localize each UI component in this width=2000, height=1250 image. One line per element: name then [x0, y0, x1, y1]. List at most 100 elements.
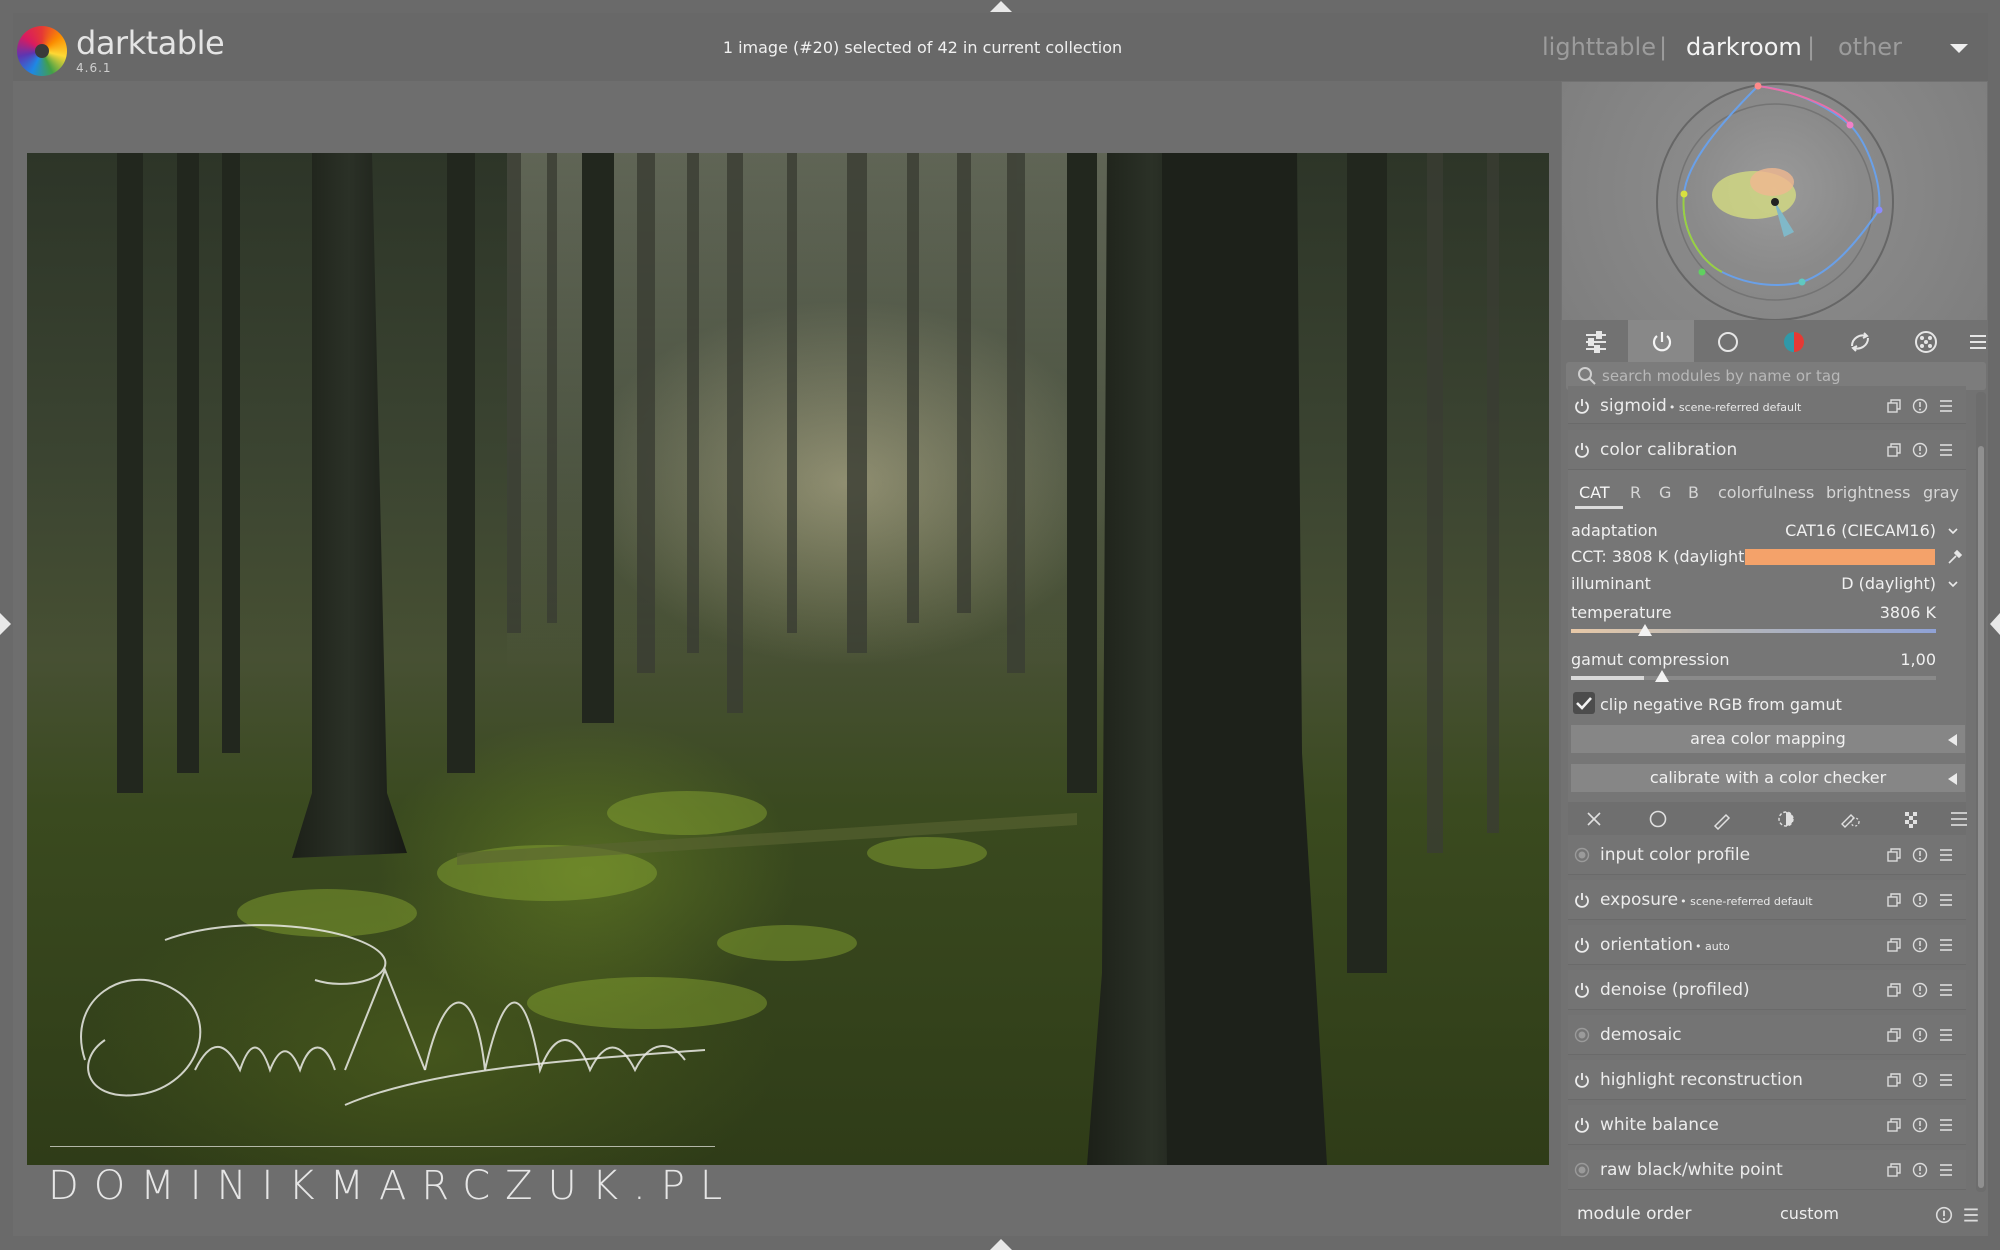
multi-instance-icon[interactable] — [1886, 1162, 1902, 1178]
search-icon — [1578, 367, 1596, 385]
temperature-slider-thumb[interactable] — [1638, 624, 1652, 636]
vectorscope[interactable] — [1562, 82, 1987, 321]
color-picker-icon[interactable] — [1946, 548, 1964, 566]
temperature-slider[interactable] — [1571, 629, 1936, 633]
power-icon[interactable] — [1574, 937, 1590, 953]
gamut-slider-thumb[interactable] — [1655, 670, 1669, 682]
cc-tab-g[interactable]: G — [1659, 483, 1671, 502]
multi-instance-icon[interactable] — [1886, 398, 1902, 414]
reset-icon[interactable] — [1912, 398, 1928, 414]
collapse-top-panel-arrow[interactable] — [990, 1, 1012, 12]
base-modules-icon[interactable] — [1716, 330, 1740, 354]
presets-icon[interactable] — [1938, 1027, 1954, 1043]
darktable-logo-icon — [17, 26, 67, 76]
collapse-left-panel-arrow[interactable] — [0, 613, 11, 635]
power-icon[interactable] — [1574, 982, 1590, 998]
mask-menu-icon[interactable] — [1948, 808, 1970, 830]
multi-instance-icon[interactable] — [1886, 892, 1902, 908]
presets-icon[interactable] — [1938, 847, 1954, 863]
always-on-icon — [1574, 1162, 1590, 1178]
presets-icon[interactable] — [1962, 1206, 1980, 1224]
module-row[interactable]: demosaic — [1568, 1015, 1966, 1055]
calibrate-color-checker-button[interactable]: calibrate with a color checker — [1571, 764, 1965, 792]
module-row[interactable]: denoise (profiled) — [1568, 970, 1966, 1010]
collapse-bottom-panel-arrow[interactable] — [990, 1239, 1012, 1250]
presets-icon[interactable] — [1938, 892, 1954, 908]
reset-icon[interactable] — [1912, 1162, 1928, 1178]
adaptation-label: adaptation — [1571, 521, 1658, 540]
cc-tab-b[interactable]: B — [1688, 483, 1699, 502]
drawn-parametric-mask-icon[interactable] — [1839, 808, 1861, 830]
power-icon[interactable] — [1574, 1072, 1590, 1088]
multi-instance-icon[interactable] — [1886, 982, 1902, 998]
cc-tab-cat[interactable]: CAT — [1579, 483, 1610, 502]
power-icon[interactable] — [1574, 398, 1590, 414]
module-row[interactable]: orientation • auto — [1568, 925, 1966, 965]
parametric-mask-icon[interactable] — [1775, 808, 1797, 830]
area-color-mapping-button[interactable]: area color mapping — [1571, 725, 1965, 753]
module-row[interactable]: raw black/white point — [1568, 1150, 1966, 1190]
presets-icon[interactable] — [1938, 937, 1954, 953]
collapse-right-panel-arrow[interactable] — [1990, 613, 2000, 635]
effect-modules-icon[interactable] — [1914, 330, 1938, 354]
module-sigmoid[interactable]: sigmoid • scene-referred default — [1568, 386, 1966, 424]
reset-icon[interactable] — [1912, 1117, 1928, 1133]
power-icon[interactable] — [1574, 892, 1590, 908]
reset-icon[interactable] — [1912, 442, 1928, 458]
reset-icon[interactable] — [1912, 1027, 1928, 1043]
cc-tab-r[interactable]: R — [1630, 483, 1641, 502]
reset-icon[interactable] — [1912, 1072, 1928, 1088]
reset-icon[interactable] — [1935, 1206, 1953, 1224]
collection-status-text: 1 image (#20) selected of 42 in current … — [722, 38, 1123, 57]
module-row[interactable]: white balance — [1568, 1105, 1966, 1145]
module-row[interactable]: input color profile — [1568, 835, 1966, 875]
module-instance-label: • scene-referred default — [1668, 401, 1802, 414]
uniform-blend-icon[interactable] — [1647, 808, 1669, 830]
cc-tab-gray[interactable]: gray — [1923, 483, 1959, 502]
reset-icon[interactable] — [1912, 847, 1928, 863]
gamut-compression-slider[interactable] — [1571, 676, 1936, 680]
presets-menu-icon[interactable] — [1966, 330, 1990, 354]
presets-icon[interactable] — [1938, 1162, 1954, 1178]
active-modules-icon[interactable] — [1650, 330, 1674, 354]
module-row[interactable]: highlight reconstruction — [1568, 1060, 1966, 1100]
clip-negative-rgb-checkbox[interactable] — [1573, 692, 1595, 714]
chevron-down-icon[interactable] — [1948, 526, 1958, 536]
color-modules-icon[interactable] — [1782, 330, 1806, 354]
correct-modules-icon[interactable] — [1848, 330, 1872, 354]
power-icon[interactable] — [1574, 442, 1590, 458]
button-label: area color mapping — [1690, 729, 1846, 748]
presets-icon[interactable] — [1938, 398, 1954, 414]
drawn-mask-icon[interactable] — [1711, 808, 1733, 830]
power-icon[interactable] — [1574, 1117, 1590, 1133]
adaptation-dropdown[interactable]: CAT16 (CIECAM16) — [1760, 521, 1936, 540]
multi-instance-icon[interactable] — [1886, 847, 1902, 863]
presets-icon[interactable] — [1938, 442, 1954, 458]
blend-off-icon[interactable] — [1583, 808, 1605, 830]
multi-instance-icon[interactable] — [1886, 442, 1902, 458]
multi-instance-icon[interactable] — [1886, 1027, 1902, 1043]
view-tab-other[interactable]: other — [1838, 33, 1902, 61]
multi-instance-icon[interactable] — [1886, 937, 1902, 953]
module-color-calibration[interactable]: color calibration — [1568, 430, 1966, 470]
module-row[interactable]: exposure • scene-referred default — [1568, 880, 1966, 920]
multi-instance-icon[interactable] — [1886, 1117, 1902, 1133]
raster-mask-icon[interactable] — [1901, 808, 1923, 830]
chevron-down-icon[interactable] — [1948, 579, 1958, 589]
illuminant-dropdown[interactable]: D (daylight) — [1760, 574, 1936, 593]
reset-icon[interactable] — [1912, 982, 1928, 998]
scrollbar-thumb[interactable] — [1978, 446, 1984, 1188]
quick-access-icon[interactable] — [1584, 330, 1608, 354]
view-tab-darkroom[interactable]: darkroom — [1686, 33, 1802, 61]
module-order-value[interactable]: custom — [1780, 1204, 1839, 1223]
view-dropdown-icon[interactable] — [1950, 44, 1968, 53]
reset-icon[interactable] — [1912, 937, 1928, 953]
cc-tab-colorfulness[interactable]: colorfulness — [1718, 483, 1814, 502]
view-tab-lighttable[interactable]: lighttable — [1542, 33, 1656, 61]
presets-icon[interactable] — [1938, 1117, 1954, 1133]
reset-icon[interactable] — [1912, 892, 1928, 908]
presets-icon[interactable] — [1938, 982, 1954, 998]
multi-instance-icon[interactable] — [1886, 1072, 1902, 1088]
cc-tab-brightness[interactable]: brightness — [1826, 483, 1910, 502]
presets-icon[interactable] — [1938, 1072, 1954, 1088]
